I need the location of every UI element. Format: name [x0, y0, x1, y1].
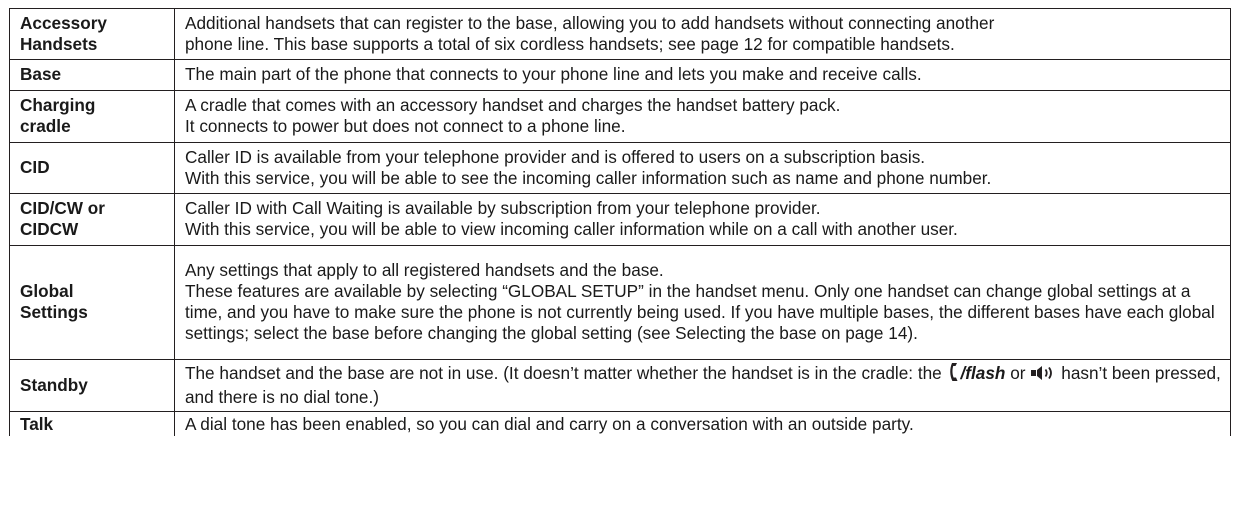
term-text: CIDCW: [20, 219, 79, 239]
definition-text: The main part of the phone that connects…: [185, 64, 922, 84]
definition-cell: Caller ID with Call Waiting is available…: [174, 193, 1231, 246]
definition-text: phone line. This base supports a total o…: [185, 33, 955, 54]
term-text: CID: [20, 157, 50, 177]
definition-text: With this service, you will be able to v…: [185, 219, 958, 239]
definition-text: With this service, you will be able to s…: [185, 167, 992, 188]
talk-flash-key-icon: [949, 362, 961, 387]
term-cell: Base: [9, 59, 175, 91]
term-cell: Accessory Handsets: [9, 8, 175, 60]
definition-text: Additional handsets that can register to…: [185, 12, 995, 33]
term-text: Standby: [20, 374, 88, 395]
term-text: Settings: [20, 302, 88, 322]
table-row: Accessory Handsets Additional handsets t…: [9, 8, 1231, 60]
table-row: Standby The handset and the base are not…: [9, 359, 1231, 412]
definition-cell: Caller ID is available from your telepho…: [174, 142, 1231, 194]
table-row: Charging cradle A cradle that comes with…: [9, 90, 1231, 143]
definition-text: or: [1010, 363, 1026, 383]
definition-text: It connects to power but does not connec…: [185, 116, 626, 136]
definition-text: Caller ID with Call Waiting is available…: [185, 198, 821, 218]
definition-text: Caller ID is available from your telepho…: [185, 146, 926, 167]
definition-text: A cradle that comes with an accessory ha…: [185, 95, 841, 115]
term-cell: Standby: [9, 359, 175, 412]
term-text: Accessory: [20, 12, 107, 33]
speaker-key-icon: [1030, 365, 1058, 386]
table-row: Base The main part of the phone that con…: [9, 59, 1231, 91]
glossary-table: Accessory Handsets Additional handsets t…: [9, 8, 1231, 436]
table-row: Global Settings Any settings that apply …: [9, 245, 1231, 360]
definition-cell: The handset and the base are not in use.…: [174, 359, 1231, 412]
definition-cell: Additional handsets that can register to…: [174, 8, 1231, 60]
flash-key-label: /flash: [960, 363, 1006, 383]
table-row: Talk A dial tone has been enabled, so yo…: [9, 411, 1231, 436]
term-text: cradle: [20, 116, 71, 136]
definition-text: Any settings that apply to all registere…: [185, 260, 664, 280]
definition-text: These features are available by selectin…: [185, 281, 1215, 343]
definition-text: A dial tone has been enabled, so you can…: [185, 414, 914, 435]
definition-text: The handset and the base are not in use.…: [185, 363, 942, 383]
term-cell: Talk: [9, 411, 175, 436]
definition-cell: A dial tone has been enabled, so you can…: [174, 411, 1231, 436]
term-text: CID/CW or: [20, 198, 105, 218]
term-cell: Charging cradle: [9, 90, 175, 143]
term-cell: Global Settings: [9, 245, 175, 360]
definition-cell: The main part of the phone that connects…: [174, 59, 1231, 91]
term-cell: CID/CW or CIDCW: [9, 193, 175, 246]
term-text: Base: [20, 64, 62, 84]
table-row: CID Caller ID is available from your tel…: [9, 142, 1231, 194]
term-text: Talk: [20, 414, 54, 435]
term-text: Global: [20, 281, 74, 301]
term-cell: CID: [9, 142, 175, 194]
definition-cell: Any settings that apply to all registere…: [174, 245, 1231, 360]
term-text: Charging: [20, 95, 96, 115]
definition-cell: A cradle that comes with an accessory ha…: [174, 90, 1231, 143]
term-text: Handsets: [20, 33, 98, 54]
table-row: CID/CW or CIDCW Caller ID with Call Wait…: [9, 193, 1231, 246]
